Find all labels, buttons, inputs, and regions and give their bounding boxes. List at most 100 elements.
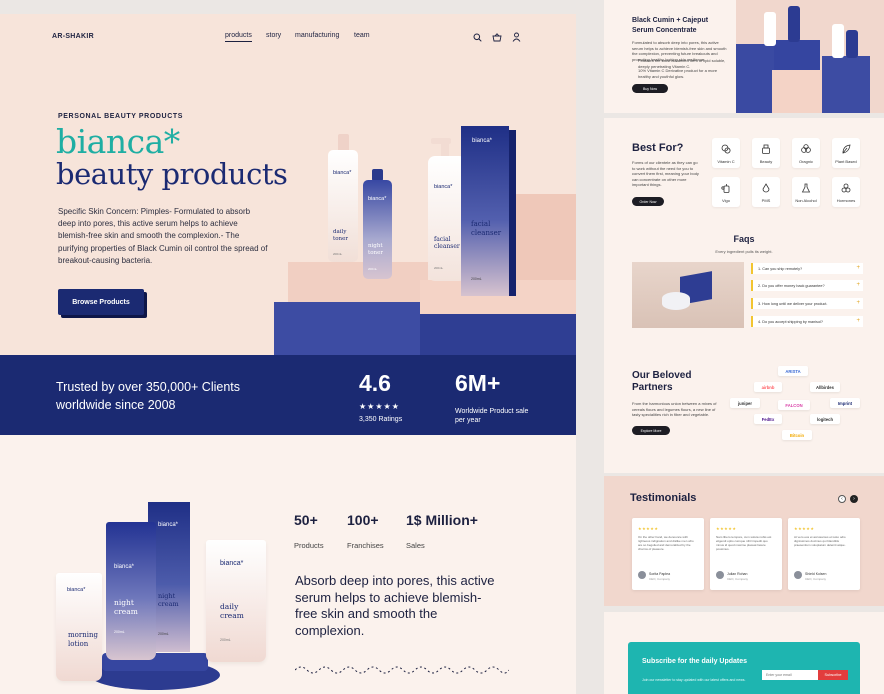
plus-icon: +	[856, 300, 860, 306]
partner-logo-arista: ARISTA	[778, 366, 808, 376]
benefit-label: PMS	[761, 198, 771, 203]
hero-eyebrow: PERSONAL BEAUTY PRODUCTS	[58, 113, 183, 120]
partners-title: Our Beloved Partners	[632, 370, 692, 393]
rating-stars: ★★★★★	[359, 402, 400, 411]
carousel-prev-button[interactable]: ‹	[838, 495, 846, 503]
box-brand: bianca*	[472, 138, 493, 144]
basket-icon[interactable]	[492, 33, 502, 42]
best-for-card: Best For? Forms of our clientele as they…	[604, 118, 884, 473]
pedestal-pink-left	[288, 262, 428, 302]
avatar	[638, 571, 646, 579]
wavy-divider	[295, 666, 509, 674]
components-column: Black Cumin + Cajeput Serum Concentrate …	[604, 0, 884, 694]
rating-caption: 3,350 Ratings	[359, 416, 403, 423]
stat-products-label: Products	[294, 541, 324, 550]
hero-brand: bianca*	[56, 122, 180, 161]
serum-title: Black Cumin + Cajeput Serum Concentrate	[632, 17, 709, 34]
user-icon[interactable]	[512, 32, 521, 42]
box-size: 200mL	[158, 632, 169, 636]
tube-size: 200mL	[220, 638, 231, 642]
benefit-label: Plant Based	[835, 159, 857, 164]
leaf-icon	[842, 144, 851, 154]
subscribe-title: Subscribe for the daily Updates	[642, 658, 748, 665]
box-label: night cream	[158, 592, 179, 608]
avatar	[794, 571, 802, 579]
testimonial-card-3: ★★★★★ At vero eos et accusamus et iusto …	[788, 518, 860, 590]
serum-bullet-2: 10% Vitamin C Derivative product for a m…	[638, 68, 718, 79]
tube-product-scene: bianca* night cream 200mL bianca* night …	[50, 485, 290, 694]
pedestal-navy-right	[420, 314, 576, 355]
faq-item-3[interactable]: 3. How long until we deliver your produc…	[751, 298, 863, 309]
vitamin-icon	[721, 144, 731, 154]
tube-brand: bianca*	[220, 560, 244, 567]
tube-morning-lotion: bianca* morning lotion	[56, 573, 102, 681]
nav-story[interactable]: story	[266, 32, 281, 39]
hero-title: beauty products	[56, 157, 288, 191]
faqs-subtitle: Every ingredient pulls its weight.	[715, 249, 773, 254]
tube-brand: bianca*	[67, 587, 86, 593]
bottle-label: daily toner	[333, 229, 348, 242]
sales-caption: Worldwide Product sale per year	[455, 408, 529, 424]
vigo-icon	[721, 184, 730, 193]
site-logo[interactable]: AR-SHAKIR	[52, 33, 94, 40]
box-brand: bianca*	[158, 522, 179, 528]
hero-description: Specific Skin Concern: Pimples- Formulat…	[58, 207, 268, 265]
testimonial-text: At vero eos et accusamus et iusto odio d…	[794, 535, 846, 547]
product-box-cleanser: bianca* facial cleanser 200mL	[461, 126, 516, 296]
benefit-pms: PMS	[752, 177, 780, 207]
browse-products-button[interactable]: Browse Products	[58, 289, 144, 315]
tube-brand: bianca*	[114, 564, 135, 570]
partner-logo-juniper: juniper	[730, 398, 760, 408]
testimonials-title: Testimonials	[630, 492, 697, 504]
rating-value: 4.6	[359, 370, 391, 396]
nav-products[interactable]: products	[225, 32, 252, 42]
beauty-icon	[762, 144, 770, 154]
plus-icon: +	[856, 265, 860, 271]
best-for-body: Forms of our clientele as they can go to…	[632, 160, 699, 187]
tube-night-cream: bianca* night cream 200mL	[106, 522, 156, 660]
bottle-brand: bianca*	[368, 196, 387, 202]
order-now-button[interactable]: Order Now	[632, 197, 664, 206]
sales-value: 6M+	[455, 370, 501, 396]
tube-label: night cream	[114, 598, 138, 616]
hero-product-scene: bianca* daily toner 200mL bianca* night …	[270, 94, 576, 355]
partner-logo-airbnb: airbnb	[754, 382, 782, 392]
testimonial-stars: ★★★★★	[638, 526, 659, 531]
benefit-organic: Oragnic	[792, 138, 820, 168]
subscribe-banner: Subscribe for the daily Updates Join our…	[628, 642, 860, 694]
explore-more-button[interactable]: Explore More	[632, 426, 670, 435]
plus-icon: +	[856, 318, 860, 324]
faqs-title: Faqs	[733, 234, 755, 244]
bottle-label: night toner	[368, 243, 383, 256]
tube-size: 200mL	[114, 630, 125, 634]
carousel-next-button[interactable]: ›	[850, 495, 858, 503]
testimonial-text: On the other hand, we denounce with righ…	[638, 535, 694, 551]
bottle-size: 200mL	[333, 252, 343, 256]
partner-logo-fedex: FedEx	[754, 414, 782, 424]
organic-icon	[801, 144, 811, 153]
nav-manufacturing[interactable]: manufacturing	[295, 32, 339, 39]
faq-item-4[interactable]: 4. Do you accept shipping by manisol? +	[751, 316, 863, 327]
benefit-label: Non Alcohol	[795, 198, 817, 203]
trust-text: Trusted by over 350,000+ Clients worldwi…	[56, 380, 241, 412]
buy-now-button[interactable]: Buy Now	[632, 84, 668, 93]
testimonial-stars: ★★★★★	[716, 526, 737, 531]
search-icon[interactable]	[473, 33, 482, 42]
email-field[interactable]	[762, 670, 818, 680]
nav-team[interactable]: team	[354, 32, 370, 39]
products-section: bianca* night cream 200mL bianca* night …	[0, 435, 576, 694]
faq-item-1[interactable]: 1. Can you ship remotely? +	[751, 263, 863, 274]
bottle-facial-cleanser: bianca* facial cleanser 200mL	[426, 138, 466, 281]
stats-band: Trusted by over 350,000+ Clients worldwi…	[0, 355, 576, 435]
bottle-brand: bianca*	[333, 170, 352, 176]
testimonial-text: Nam libero tempore, cum soluta nobis est…	[716, 535, 772, 551]
partner-logo-allbirdes: Allbirdes	[810, 382, 840, 392]
testimonial-stars: ★★★★★	[794, 526, 815, 531]
subscribe-button[interactable]: Subscribe	[818, 670, 848, 680]
benefit-label: Beauty	[759, 159, 773, 164]
benefit-hormones: Hormones	[832, 177, 860, 207]
faq-item-2[interactable]: 2. Do you offer money back guarantee? +	[751, 280, 863, 291]
bottle-night-toner: bianca* night toner 200mL	[363, 169, 392, 279]
testimonial-name: Julian Rohan	[727, 572, 748, 576]
partner-logo-falcon: FALCON	[778, 400, 810, 410]
